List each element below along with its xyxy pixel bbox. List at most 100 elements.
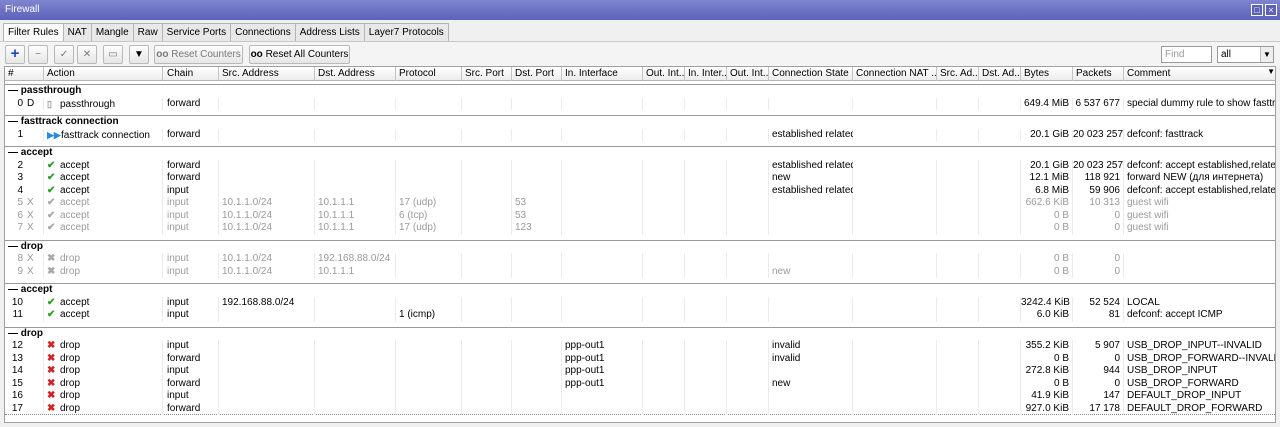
rule-comment: USB_DROP_INPUT	[1127, 365, 1218, 376]
column-header[interactable]: Src. Address	[219, 67, 315, 81]
rule-packets: 147	[1103, 390, 1120, 401]
disable-button[interactable]: ✕	[77, 45, 97, 64]
table-row[interactable]: 14 ✖ drop input ppp-out1 272.8 KiB 944 USB_DROP…	[5, 365, 1275, 378]
cell-frame	[853, 184, 937, 197]
window-title: Firewall	[5, 4, 40, 15]
rule-comment: special dummy rule to show fasttrack c	[1127, 97, 1276, 109]
table-row[interactable]: 6 X ✔ accept input 10.1.1.0/24 10.1.1.1 6 (tcp)…	[5, 209, 1275, 223]
tab-raw[interactable]: Raw	[132, 23, 163, 41]
rule-state	[772, 210, 853, 223]
column-header[interactable]: #	[5, 67, 44, 81]
rule-action-label: accept	[60, 309, 90, 320]
rule-chain: forward	[167, 377, 201, 389]
cell-frame	[643, 128, 685, 141]
table-row[interactable]: 17 ✖ drop forward 927.0 KiB 17 178 DEFAULT_DRO…	[5, 402, 1275, 415]
tab-layer7-protocols[interactable]: Layer7 Protocols	[363, 23, 449, 41]
rule-number: 10	[11, 296, 23, 308]
cell-frame	[727, 184, 769, 197]
enable-button[interactable]: ✓	[54, 45, 74, 64]
tab-connections[interactable]: Connections	[230, 23, 296, 41]
rule-bytes: 0 B	[1053, 253, 1069, 264]
column-menu-icon[interactable]: ▼	[1267, 67, 1275, 76]
column-header[interactable]: Dst. Port	[512, 67, 562, 81]
column-header[interactable]: Chain	[164, 67, 219, 81]
column-header[interactable]: Connection NAT ...	[853, 67, 937, 81]
column-header[interactable]: Dst. Ad...	[979, 67, 1021, 81]
tab-address-lists[interactable]: Address Lists	[294, 23, 365, 41]
column-header[interactable]: Dst. Address	[315, 67, 396, 81]
column-header[interactable]: Action	[44, 67, 163, 81]
table-row[interactable]: 12 ✖ drop input ppp-out1 invalid 355.2 KiB 5 90…	[5, 340, 1275, 353]
rule-packets: 118 921	[1084, 172, 1120, 183]
cell-frame	[853, 128, 937, 141]
column-header[interactable]: Connection State	[769, 67, 853, 81]
rule-inif	[565, 297, 643, 310]
tab-nat[interactable]: NAT	[62, 23, 92, 41]
rule-number: 1	[17, 128, 23, 140]
comment-button[interactable]: ▭	[103, 45, 123, 64]
group-header: — accept	[8, 147, 53, 158]
cell-frame	[937, 365, 979, 378]
tab-mangle[interactable]: Mangle	[90, 23, 134, 41]
table-row[interactable]: 16 ✖ drop input 41.9 KiB 147 DEFAULT_DROP_INPU…	[5, 390, 1275, 403]
filter-button[interactable]: ▼	[129, 45, 149, 64]
rule-dport	[515, 390, 562, 403]
column-header[interactable]: Src. Port	[462, 67, 512, 81]
rule-action-label: drop	[60, 340, 81, 351]
column-header[interactable]: Protocol	[396, 67, 462, 81]
table-row[interactable]: 11 ✔ accept input 1 (icmp) 6.0 KiB 81 defconf: …	[5, 309, 1275, 322]
table-row[interactable]: 7 X ✔ accept input 10.1.1.0/24 10.1.1.1 17 (udp…	[5, 222, 1275, 235]
column-header[interactable]: In. Interface	[562, 67, 643, 81]
table-row[interactable]: 0 D ▯ passthrough forward 649.4 MiB 6 537 677 s…	[5, 97, 1276, 110]
table-row[interactable]: 2 ✔ accept forward established related 20.1 G…	[5, 159, 1275, 172]
filter-select[interactable]: all ▼	[1217, 46, 1274, 63]
rule-comment: DEFAULT_DROP_INPUT	[1127, 390, 1242, 401]
restore-icon[interactable]: □	[1251, 4, 1263, 16]
tab-filter-rules[interactable]: Filter Rules	[3, 23, 64, 42]
window-titlebar: Firewall □ ×	[0, 0, 1280, 20]
table-row[interactable]: 1 ▶▶fasttrack connection forward establishe…	[5, 128, 1275, 141]
table-row[interactable]: 5 X ✔ accept input 10.1.1.0/24 10.1.1.1 17 (udp…	[5, 197, 1275, 210]
cell-frame	[937, 309, 979, 322]
reset-counters-button[interactable]: oo Reset Counters	[154, 45, 243, 64]
cell-frame	[979, 390, 1021, 403]
add-button[interactable]: +	[5, 45, 25, 64]
cell-frame	[643, 377, 685, 390]
remove-button[interactable]: −	[28, 45, 48, 64]
rule-packets: 81	[1108, 309, 1120, 320]
rule-inif	[565, 222, 643, 235]
drop-cross-icon: ✖	[47, 377, 56, 389]
cell-frame	[462, 365, 512, 378]
table-row[interactable]: 10 ✔ accept input 192.168.88.0/24 3242.4 KiB 5…	[5, 296, 1275, 310]
find-input[interactable]	[1161, 46, 1212, 63]
cross-icon: ✕	[82, 49, 92, 60]
column-header[interactable]: Out. Int...	[727, 67, 769, 81]
rule-action: ✔ accept	[47, 185, 163, 198]
rule-src	[222, 378, 315, 391]
cell-frame	[937, 222, 979, 235]
close-icon[interactable]: ×	[1265, 4, 1277, 16]
table-row[interactable]: 9 X ✖ drop input 10.1.1.0/24 10.1.1.1 new 0 B 0	[5, 265, 1275, 278]
table-row[interactable]: 3 ✔ accept forward new 12.1 MiB 118 921 forward…	[5, 172, 1275, 185]
column-header[interactable]: Src. Ad...	[937, 67, 979, 81]
column-header[interactable]: Bytes	[1021, 67, 1073, 81]
table-row[interactable]: 4 ✔ accept input established related 6.8 MiB 5…	[5, 184, 1275, 198]
table-row[interactable]: 8 X ✖ drop input 10.1.1.0/24 192.168.88.0/24 0 …	[5, 253, 1275, 266]
table-row[interactable]: 15 ✖ drop forward ppp-out1 new 0 B 0 USB_DROP_FO…	[5, 377, 1275, 391]
rule-number: 11	[12, 309, 23, 320]
column-header[interactable]: Out. Int...	[643, 67, 685, 81]
table-row[interactable]: 13 ✖ drop forward ppp-out1 invalid 0 B 0 USB_DRO…	[5, 352, 1275, 365]
tab-service-ports[interactable]: Service Ports	[161, 23, 232, 41]
cell-frame	[853, 309, 937, 322]
reset-all-counters-button[interactable]: oo Reset All Counters	[249, 45, 350, 64]
cell-frame	[937, 377, 979, 390]
rule-dst: 10.1.1.1	[318, 209, 355, 221]
cell-frame	[979, 159, 1021, 172]
column-header[interactable]: Packets	[1073, 67, 1124, 81]
rule-packets: 5 907	[1094, 340, 1120, 351]
rule-flag	[27, 365, 41, 378]
column-header[interactable]: In. Inter...	[685, 67, 727, 81]
column-header[interactable]: Comment	[1124, 67, 1275, 81]
note-icon: ▭	[108, 49, 118, 60]
cell-frame	[979, 402, 1021, 415]
